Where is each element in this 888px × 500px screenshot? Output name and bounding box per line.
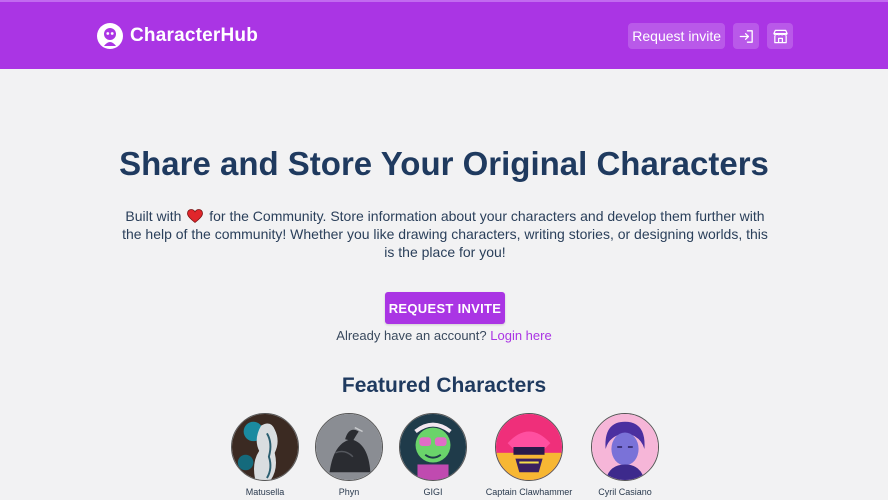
character-portrait-image	[232, 414, 298, 480]
login-prompt: Already have an account?	[336, 328, 487, 343]
request-invite-button[interactable]: REQUEST INVITE	[385, 292, 505, 324]
featured-characters-title: Featured Characters	[341, 374, 547, 397]
hero-text-after-heart: for the Community. Store information abo…	[122, 208, 768, 260]
character-portrait-image	[496, 414, 562, 480]
character-portrait-image	[316, 414, 382, 480]
login-prompt-line: Already have an account? Login here	[0, 328, 888, 343]
character-name: Captain Clawhammer	[485, 487, 573, 497]
character-avatar	[495, 413, 563, 481]
character-avatar	[399, 413, 467, 481]
character-avatar	[591, 413, 659, 481]
request-invite-nav-button[interactable]: Request invite	[628, 23, 725, 49]
character-card[interactable]: Captain Clawhammer	[474, 413, 584, 497]
hero-text-before-heart: Built with	[125, 208, 182, 224]
character-portrait-image	[592, 414, 658, 480]
character-card[interactable]: GIGI	[378, 413, 488, 497]
brand-home-link[interactable]: CharacterHub	[96, 22, 258, 50]
character-avatar	[231, 413, 299, 481]
nav-actions: Request invite	[628, 23, 793, 49]
character-name: Cyril Casiano	[598, 487, 652, 497]
brand-name: CharacterHub	[130, 25, 259, 46]
brand-logo-icon	[97, 23, 123, 49]
character-portrait-image	[400, 414, 466, 480]
store-button[interactable]	[767, 23, 793, 49]
login-icon	[739, 29, 753, 43]
character-avatar	[315, 413, 383, 481]
hero-description: Built with for the Community. Store info…	[118, 207, 772, 261]
top-navbar: CharacterHub Request invite	[0, 0, 888, 69]
store-icon	[772, 29, 788, 43]
character-card[interactable]: Cyril Casiano	[570, 413, 680, 497]
hero-title: Share and Store Your Original Characters	[119, 145, 769, 182]
heart-icon	[187, 209, 204, 223]
featured-characters-list: Matusella Phyn GIGI Captain Clawhammer C…	[0, 413, 888, 500]
login-button[interactable]	[733, 23, 759, 49]
character-name: GIGI	[423, 487, 443, 497]
login-link[interactable]: Login here	[490, 328, 551, 343]
